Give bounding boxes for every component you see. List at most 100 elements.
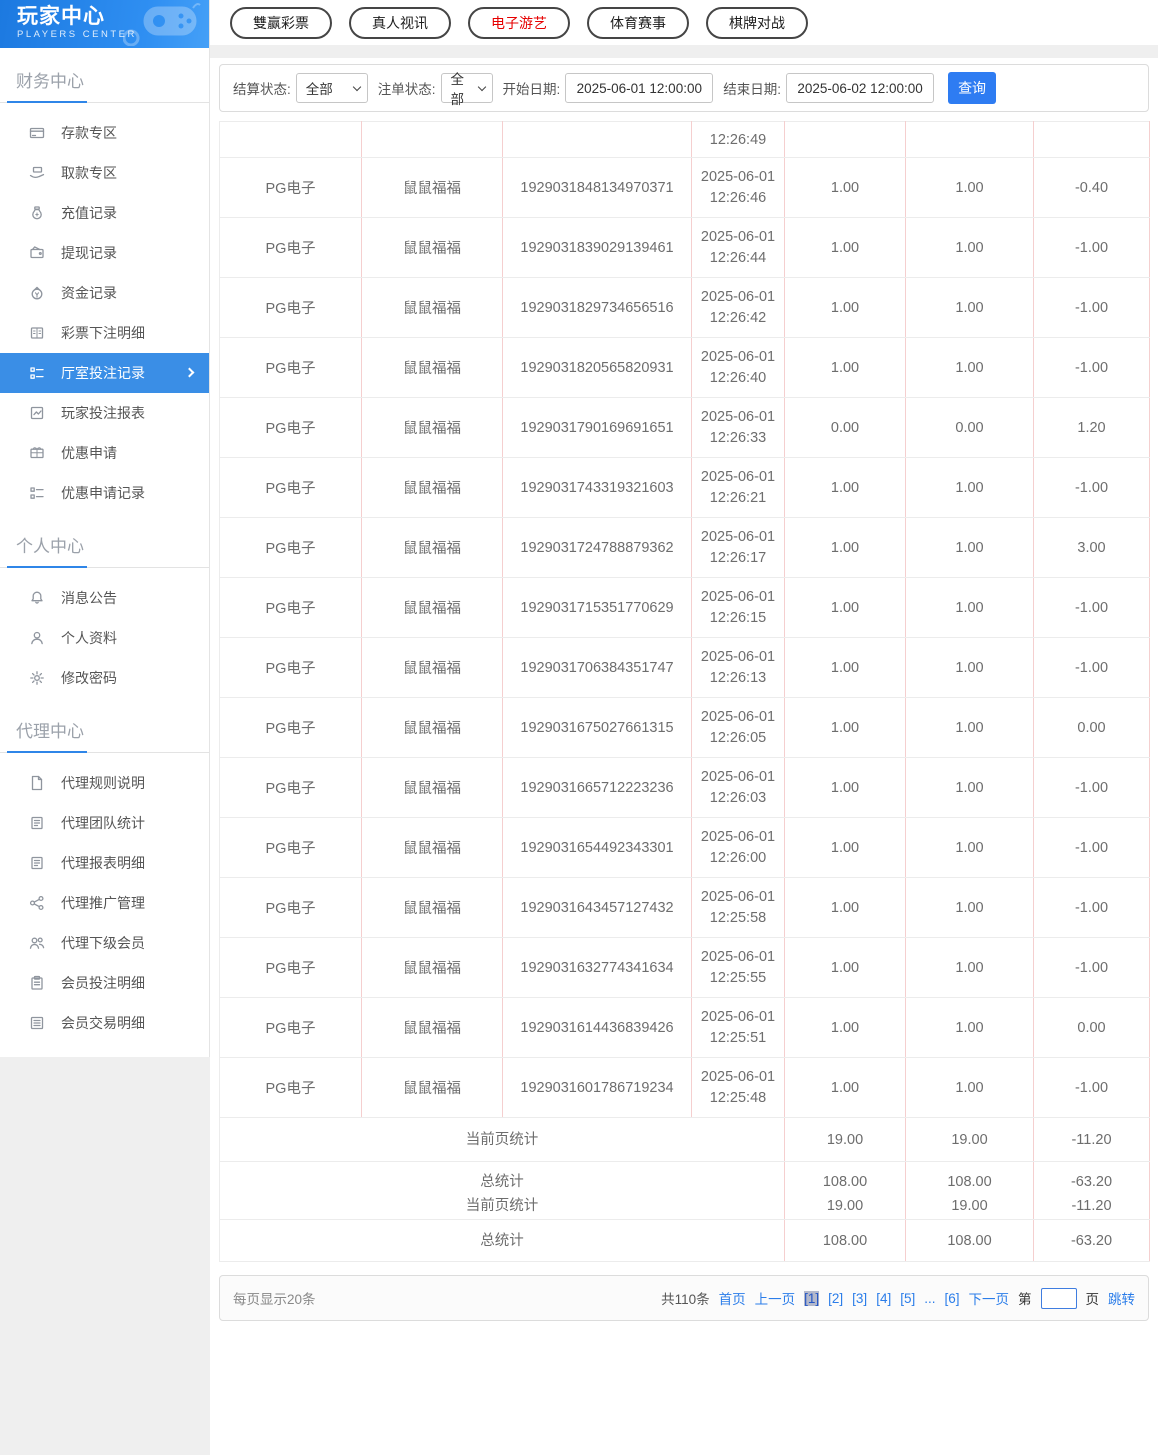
goto-button[interactable]: 跳转 bbox=[1108, 1288, 1135, 1308]
cell-time: 2025-06-01 12:26:42 bbox=[691, 277, 785, 338]
cell-win: -1.00 bbox=[1033, 337, 1150, 398]
cell-time: 2025-06-01 12:26:03 bbox=[691, 757, 785, 818]
end-date-input[interactable] bbox=[786, 73, 935, 103]
table-row: PG电子 鼠鼠福福 1929031706384351747 2025-06-01 12:… bbox=[219, 637, 1150, 698]
cell-provider: PG电子 bbox=[219, 1057, 362, 1118]
page-link[interactable]: [4] bbox=[876, 1291, 891, 1306]
report-icon bbox=[29, 815, 45, 831]
bet-time: 12:26:17 bbox=[709, 549, 767, 566]
summary-cell: 19.00 bbox=[905, 1117, 1034, 1162]
cell-win: -1.00 bbox=[1033, 637, 1150, 698]
people-icon bbox=[29, 935, 45, 951]
page-link[interactable]: [2] bbox=[828, 1291, 843, 1306]
sidebar-item-active[interactable]: 厅室投注记录 bbox=[0, 353, 209, 393]
table-cell bbox=[905, 121, 1034, 158]
bet-time: 12:25:58 bbox=[709, 909, 767, 926]
game-tab[interactable]: 体育赛事 bbox=[587, 6, 689, 39]
table-row: PG电子 鼠鼠福福 1929031724788879362 2025-06-01 12:… bbox=[219, 517, 1150, 578]
sidebar-item-link[interactable]: 会员交易明细 bbox=[0, 1003, 209, 1043]
table-cell bbox=[502, 121, 692, 158]
sidebar-item-link[interactable]: 优惠申请 bbox=[0, 433, 209, 473]
sidebar-item-label: 代理规则说明 bbox=[61, 775, 145, 791]
sidebar-item-link[interactable]: 代理团队统计 bbox=[0, 803, 209, 843]
next-page-link[interactable]: 下一页 bbox=[969, 1288, 1010, 1308]
page-link[interactable]: [3] bbox=[852, 1291, 867, 1306]
cell-valid: 0.00 bbox=[905, 397, 1034, 458]
cell-bet: 1.00 bbox=[784, 277, 906, 338]
table-row: PG电子 鼠鼠福福 1929031654492343301 2025-06-01 12:… bbox=[219, 817, 1150, 878]
sidebar-item-link[interactable]: 代理规则说明 bbox=[0, 763, 209, 803]
sidebar-item-link[interactable]: 资金记录 bbox=[0, 273, 209, 313]
page-link[interactable]: [5] bbox=[900, 1291, 915, 1306]
summary-overlap-value: 19.00 bbox=[951, 1198, 988, 1212]
sidebar-item-link[interactable]: 充值记录 bbox=[0, 193, 209, 233]
bet-date: 2025-06-01 bbox=[700, 768, 776, 785]
bet-date: 2025-06-01 bbox=[700, 468, 776, 485]
cell-valid: 1.00 bbox=[905, 757, 1034, 818]
game-tab[interactable]: 真人视讯 bbox=[349, 6, 451, 39]
sidebar-item-link[interactable]: 消息公告 bbox=[0, 578, 209, 618]
cell-order: 1929031601786719234 bbox=[502, 1057, 692, 1118]
sidebar-item-link[interactable]: 会员投注明细 bbox=[0, 963, 209, 1003]
player-bet-report-icon bbox=[29, 405, 45, 421]
cell-win: 1.20 bbox=[1033, 397, 1150, 458]
cell-win: 0.00 bbox=[1033, 697, 1150, 758]
sidebar-item-link[interactable]: 个人资料 bbox=[0, 618, 209, 658]
sidebar-item-link[interactable]: 代理报表明细 bbox=[0, 843, 209, 883]
sidebar-item-label: 个人资料 bbox=[61, 630, 117, 646]
cell-time: 2025-06-01 12:26:00 bbox=[691, 817, 785, 878]
summary-cell: -63.20 bbox=[1033, 1219, 1150, 1262]
sidebar-item-label: 厅室投注记录 bbox=[61, 365, 145, 381]
cell-time: 2025-06-01 12:26:13 bbox=[691, 637, 785, 698]
order-status-select[interactable]: 全部 bbox=[440, 72, 493, 107]
sidebar-item-label: 充值记录 bbox=[61, 205, 117, 221]
cell-provider: PG电子 bbox=[219, 397, 362, 458]
summary-cell: 总统计 当前页统计 bbox=[219, 1161, 785, 1220]
order-status-label: 注单状态: bbox=[377, 82, 436, 97]
cell-game: 鼠鼠福福 bbox=[361, 277, 503, 338]
bet-date: 2025-06-01 bbox=[700, 1068, 776, 1085]
sidebar-item-label: 优惠申请记录 bbox=[61, 485, 145, 501]
table-row-partial: 12:26:49 bbox=[219, 121, 1150, 158]
cell-game: 鼠鼠福福 bbox=[361, 457, 503, 518]
sidebar-item-link[interactable]: 取款专区 bbox=[0, 153, 209, 193]
bet-time: 12:26:15 bbox=[709, 609, 767, 626]
first-page-link[interactable]: 首页 bbox=[719, 1288, 746, 1308]
withdrawal-record-icon bbox=[29, 245, 45, 261]
page-link[interactable]: ... bbox=[924, 1291, 935, 1306]
sidebar-item-link[interactable]: 提现记录 bbox=[0, 233, 209, 273]
prev-page-link[interactable]: 上一页 bbox=[755, 1288, 796, 1308]
settle-status-select[interactable]: 全部 bbox=[295, 73, 368, 103]
table-row: PG电子 鼠鼠福福 1929031743319321603 2025-06-01 12:… bbox=[219, 457, 1150, 518]
start-date-label: 开始日期: bbox=[502, 82, 561, 97]
cell-order: 1929031724788879362 bbox=[502, 517, 692, 578]
sidebar-item-label: 玩家投注报表 bbox=[61, 405, 145, 421]
query-button[interactable]: 查询 bbox=[948, 72, 997, 104]
table-row: PG电子 鼠鼠福福 1929031675027661315 2025-06-01 12:… bbox=[219, 697, 1150, 758]
page-link-current[interactable]: [1] bbox=[804, 1290, 820, 1306]
cell-game: 鼠鼠福福 bbox=[361, 877, 503, 938]
table-row: PG电子 鼠鼠福福 1929031848134970371 2025-06-01 12:… bbox=[219, 157, 1150, 218]
sidebar-item-link[interactable]: 优惠申请记录 bbox=[0, 473, 209, 513]
start-date-input[interactable] bbox=[565, 73, 714, 103]
page-size-text: 每页显示20条 bbox=[233, 1292, 316, 1307]
bet-date: 2025-06-01 bbox=[700, 828, 776, 845]
table-row: PG电子 鼠鼠福福 1929031790169691651 2025-06-01 12:… bbox=[219, 397, 1150, 458]
game-tab[interactable]: 棋牌对战 bbox=[706, 6, 808, 39]
content-panel: 结算状态: 全部 注单状态: 全部 开始日期: 结束日期: 查询 bbox=[210, 58, 1158, 1327]
game-tab[interactable]: 电子游艺 bbox=[468, 6, 570, 39]
page-link[interactable]: [6] bbox=[944, 1291, 959, 1306]
sidebar-item-link[interactable]: 修改密码 bbox=[0, 658, 209, 698]
sidebar-item-link[interactable]: 彩票下注明细 bbox=[0, 313, 209, 353]
chevron-down-icon bbox=[477, 82, 486, 92]
bet-time: 12:25:51 bbox=[709, 1029, 767, 1046]
goto-page-input[interactable] bbox=[1040, 1287, 1077, 1309]
cell-valid: 1.00 bbox=[905, 157, 1034, 218]
sidebar-item-label: 会员交易明细 bbox=[61, 1015, 145, 1031]
sidebar-item-link[interactable]: 玩家投注报表 bbox=[0, 393, 209, 433]
game-tab[interactable]: 雙赢彩票 bbox=[230, 6, 332, 39]
sidebar-item-link[interactable]: 存款专区 bbox=[0, 113, 209, 153]
sidebar-item-link[interactable]: 代理推广管理 bbox=[0, 883, 209, 923]
summary-cell: 当前页统计 bbox=[219, 1117, 785, 1162]
sidebar-item-link[interactable]: 代理下级会员 bbox=[0, 923, 209, 963]
